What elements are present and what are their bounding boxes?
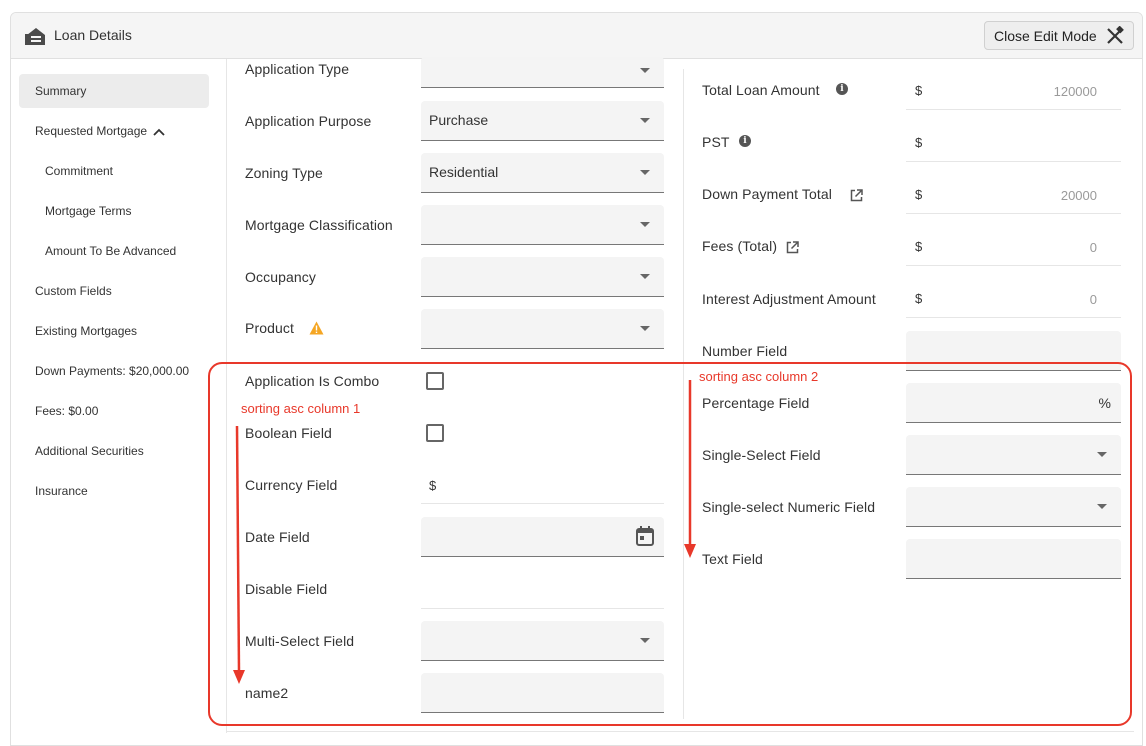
annotation-column1-note: sorting asc column 1 bbox=[241, 401, 361, 416]
zoning-type-select[interactable]: Residential bbox=[421, 153, 664, 193]
annotation-column2-note: sorting asc column 2 bbox=[699, 369, 819, 384]
currency-prefix: $ bbox=[915, 135, 923, 150]
fees-total-value: 0 bbox=[1089, 240, 1097, 255]
close-edit-mode-label: Close Edit Mode bbox=[994, 27, 1097, 44]
external-link-icon[interactable] bbox=[850, 189, 863, 202]
sidebar-item-label: Requested Mortgage bbox=[35, 124, 148, 138]
currency-prefix: $ bbox=[915, 291, 923, 306]
info-icon[interactable]: i bbox=[836, 83, 848, 95]
occupancy-label: Occupancy bbox=[245, 269, 316, 285]
mortgage-classification-select[interactable] bbox=[421, 205, 664, 245]
page-title: Loan Details bbox=[54, 27, 132, 43]
currency-prefix: $ bbox=[915, 83, 923, 98]
annotation-highlight-box bbox=[208, 362, 1132, 726]
sidebar-item-requested-mortgage[interactable]: Requested Mortgage bbox=[19, 114, 209, 148]
sidebar-item-label: Existing Mortgages bbox=[35, 324, 138, 338]
title-bar: Loan Details Close Edit Mode bbox=[11, 13, 1142, 59]
down-payment-total-underline bbox=[906, 213, 1121, 214]
sidebar-item-label: Insurance bbox=[35, 484, 88, 498]
number-field-label: Number Field bbox=[702, 343, 788, 359]
sidebar-nav: Summary Requested Mortgage Commitment Mo… bbox=[11, 59, 226, 745]
sidebar-item-label: Amount To Be Advanced bbox=[45, 244, 177, 258]
application-purpose-select[interactable]: Purchase bbox=[421, 101, 664, 141]
content-bottom-divider bbox=[226, 731, 1134, 732]
sidebar-item-existing-mortgages[interactable]: Existing Mortgages bbox=[19, 314, 209, 348]
currency-prefix: $ bbox=[915, 239, 923, 254]
info-icon[interactable]: i bbox=[739, 135, 751, 147]
pst-underline bbox=[906, 161, 1121, 162]
sidebar-item-custom-fields[interactable]: Custom Fields bbox=[19, 274, 209, 308]
sidebar-item-insurance[interactable]: Insurance bbox=[19, 474, 209, 508]
down-payment-total-value: 20000 bbox=[1060, 188, 1097, 203]
sidebar-item-label: Down Payments: $20,000.00 bbox=[35, 364, 190, 378]
sidebar-item-label: Additional Securities bbox=[35, 444, 144, 458]
select-value: Purchase bbox=[429, 112, 489, 128]
chevron-up-icon bbox=[153, 128, 165, 136]
sidebar-item-commitment[interactable]: Commitment bbox=[19, 154, 209, 188]
sidebar-item-label: Summary bbox=[35, 84, 87, 98]
annotation-arrow-column2 bbox=[684, 380, 696, 558]
pst-label: PST bbox=[702, 134, 730, 150]
house-logo-icon bbox=[25, 28, 45, 45]
occupancy-select[interactable] bbox=[421, 257, 664, 297]
sidebar-item-down-payments[interactable]: Down Payments: $20,000.00 bbox=[19, 354, 209, 388]
caret-down-icon bbox=[640, 274, 650, 279]
fees-total-label: Fees (Total) bbox=[702, 238, 778, 254]
application-type-select[interactable] bbox=[421, 57, 664, 88]
sidebar-item-label: Custom Fields bbox=[35, 284, 112, 298]
sidebar-item-label: Mortgage Terms bbox=[45, 204, 132, 218]
caret-down-icon bbox=[640, 326, 650, 331]
caret-down-icon bbox=[640, 68, 650, 73]
total-loan-amount-label: Total Loan Amount bbox=[702, 82, 820, 98]
interest-adjustment-amount-underline bbox=[906, 317, 1121, 318]
warning-icon bbox=[309, 321, 324, 335]
caret-down-icon bbox=[640, 222, 650, 227]
total-loan-amount-underline bbox=[906, 109, 1121, 110]
sidebar-item-fees[interactable]: Fees: $0.00 bbox=[19, 394, 209, 428]
caret-down-icon bbox=[640, 118, 650, 123]
down-payment-total-label: Down Payment Total bbox=[702, 186, 832, 202]
interest-adjustment-amount-value: 0 bbox=[1089, 292, 1097, 307]
product-select[interactable] bbox=[421, 309, 664, 349]
tools-crossed-icon bbox=[1107, 26, 1124, 44]
fees-total-underline bbox=[906, 265, 1121, 266]
annotation-arrow-column1 bbox=[233, 426, 245, 684]
application-purpose-label: Application Purpose bbox=[245, 113, 372, 129]
mortgage-classification-label: Mortgage Classification bbox=[245, 217, 393, 233]
close-edit-mode-button[interactable]: Close Edit Mode bbox=[984, 21, 1134, 50]
sidebar-item-summary[interactable]: Summary bbox=[19, 74, 209, 108]
sidebar-item-mortgage-terms[interactable]: Mortgage Terms bbox=[19, 194, 209, 228]
interest-adjustment-amount-label: Interest Adjustment Amount bbox=[702, 291, 876, 307]
total-loan-amount-value: 120000 bbox=[1053, 84, 1097, 99]
application-type-label: Application Type bbox=[245, 61, 350, 77]
sidebar-item-amount-to-be-advanced[interactable]: Amount To Be Advanced bbox=[19, 234, 209, 268]
sidebar-item-additional-securities[interactable]: Additional Securities bbox=[19, 434, 209, 468]
caret-down-icon bbox=[640, 170, 650, 175]
currency-prefix: $ bbox=[915, 187, 923, 202]
sidebar-item-label: Commitment bbox=[45, 164, 114, 178]
product-label: Product bbox=[245, 320, 294, 336]
select-value: Residential bbox=[429, 164, 499, 180]
sidebar-item-label: Fees: $0.00 bbox=[35, 404, 99, 418]
zoning-type-label: Zoning Type bbox=[245, 165, 323, 181]
external-link-icon[interactable] bbox=[786, 241, 799, 254]
